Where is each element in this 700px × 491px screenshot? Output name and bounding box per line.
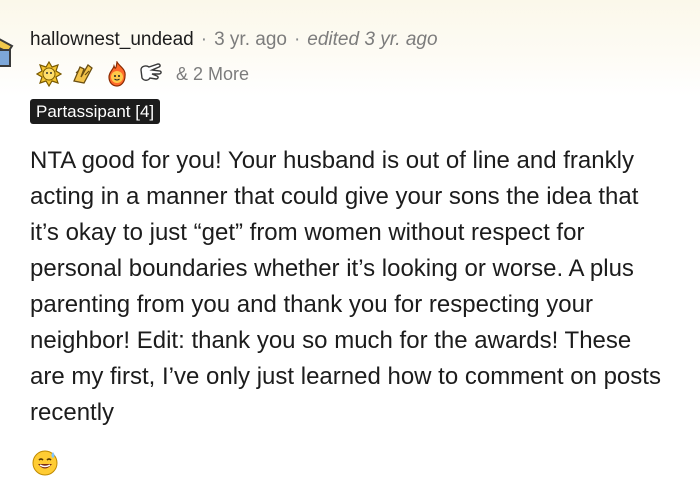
user-avatar-icon[interactable] [0,30,16,68]
meta-separator: · [200,29,208,50]
username-link[interactable]: hallownest_undead [30,28,194,52]
more-awards-link[interactable]: & 2 More [176,64,249,85]
grinning-sweat-emoji-icon [32,450,58,476]
fire-face-icon[interactable] [104,61,130,87]
comment: hallownest_undead · 3 yr. ago · edited 3… [0,0,700,491]
gold-medal-icon[interactable] [36,61,62,87]
praise-hands-icon[interactable] [70,61,96,87]
timestamp[interactable]: 3 yr. ago [214,28,287,52]
awards-row: & 2 More [36,60,249,88]
comment-body: NTA good for you! Your husband is out of… [30,147,661,426]
pointing-hand-icon[interactable] [138,61,164,87]
user-flair: Partassipant [4] [30,99,161,124]
edited-timestamp: edited 3 yr. ago [307,29,438,50]
comment-meta: hallownest_undead · 3 yr. ago · edited 3… [30,28,438,52]
meta-separator: · [293,29,301,50]
